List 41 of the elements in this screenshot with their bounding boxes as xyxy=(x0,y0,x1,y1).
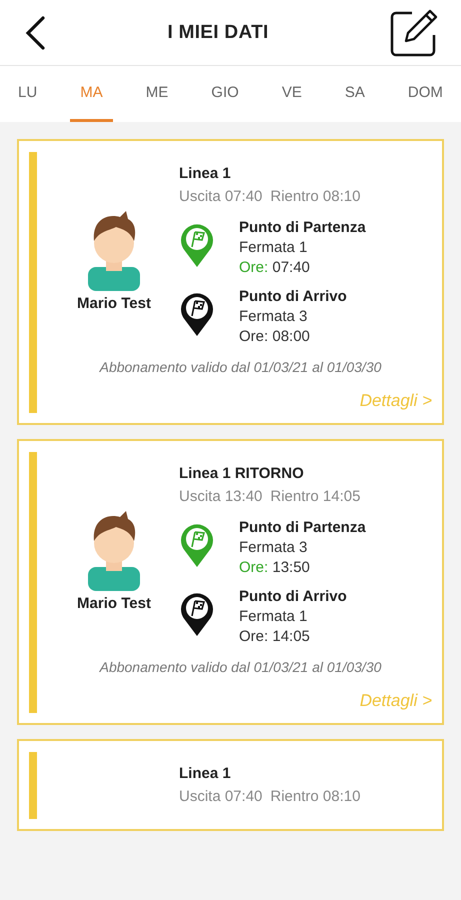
time-label: Ore: xyxy=(239,628,268,645)
avatar-icon xyxy=(86,511,142,591)
back-icon[interactable] xyxy=(24,16,46,50)
day-tab[interactable]: ME xyxy=(136,66,178,122)
stop-name: Fermata 1 xyxy=(239,608,308,625)
return-time: Rientro 14:05 xyxy=(270,488,360,505)
passenger-name: Mario Test xyxy=(77,595,151,612)
stop-time: 14:05 xyxy=(272,628,310,645)
return-time: Rientro 08:10 xyxy=(270,788,360,805)
line-name: Linea 1 RITORNO xyxy=(179,465,305,482)
stop-time: 13:50 xyxy=(272,559,310,576)
day-tab[interactable]: GIO xyxy=(201,66,249,122)
stop-name: Fermata 3 xyxy=(239,308,308,325)
day-tab[interactable]: SA xyxy=(334,66,375,122)
line-name: Linea 1 xyxy=(179,765,232,782)
exit-time: Uscita 07:40 xyxy=(179,188,262,205)
stop-heading: Punto di Partenza xyxy=(239,219,366,236)
stop-name: Fermata 3 xyxy=(239,539,308,556)
exit-time: Uscita 07:40 xyxy=(179,788,262,805)
day-tab[interactable]: VE xyxy=(272,66,312,122)
avatar-icon xyxy=(86,211,142,291)
stop-time: 07:40 xyxy=(272,259,310,276)
stop-time: 08:00 xyxy=(272,328,310,345)
stop-heading: Punto di Arrivo xyxy=(239,288,347,305)
time-label: Ore: xyxy=(239,328,268,345)
edit-icon[interactable] xyxy=(390,8,438,56)
screen-title: I MIEI DATI xyxy=(167,22,269,44)
day-tab[interactable]: DOM xyxy=(398,66,453,122)
line-name: Linea 1 xyxy=(179,165,232,182)
stop-heading: Punto di Arrivo xyxy=(239,588,347,605)
validity-text: Abbonamento valido dal 01/03/21 al 01/03/30 xyxy=(98,359,382,375)
accent-bar xyxy=(29,752,37,819)
exit-time: Uscita 13:40 xyxy=(179,488,262,505)
time-label: Ore: xyxy=(239,259,268,276)
stop-heading: Punto di Partenza xyxy=(239,519,366,536)
validity-text: Abbonamento valido dal 01/03/21 al 01/03/30 xyxy=(98,659,382,675)
time-label: Ore: xyxy=(239,559,268,576)
passenger-name: Mario Test xyxy=(77,295,151,312)
day-tab[interactable]: LU xyxy=(8,66,48,122)
return-time: Rientro 08:10 xyxy=(270,188,360,205)
stop-name: Fermata 1 xyxy=(239,239,308,256)
